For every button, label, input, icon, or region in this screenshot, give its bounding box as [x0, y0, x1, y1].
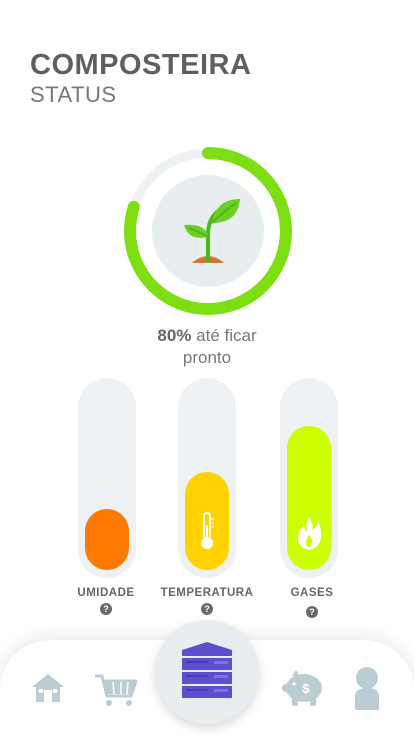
svg-text:$: $	[302, 681, 310, 696]
progress-text: 80% até ficar pronto	[0, 325, 414, 369]
help-temperatura-icon[interactable]: ?	[201, 603, 213, 615]
compost-bin-button[interactable]	[155, 620, 259, 724]
gauge-umidade	[78, 378, 136, 578]
help-gases-icon[interactable]: ?	[306, 606, 318, 618]
progress-text-line2: pronto	[182, 348, 232, 367]
gauge-umidade-fill	[85, 509, 129, 570]
gauge-temperatura-label: TEMPERATURA	[160, 587, 254, 599]
progress-text-line1: até ficar	[196, 326, 257, 345]
thermometer-icon	[198, 511, 216, 556]
gauge-gases-label: GASES	[290, 587, 334, 599]
flame-icon	[296, 515, 322, 556]
gauge-gases-fill	[287, 426, 331, 570]
gauge-temperatura-fill	[185, 472, 229, 570]
page-header: COMPOSTEIRA STATUS	[30, 48, 251, 108]
progress-ring	[123, 146, 293, 316]
profile-icon[interactable]	[352, 666, 382, 715]
gauge-gases	[280, 378, 338, 578]
help-umidade-icon[interactable]: ?	[100, 603, 112, 615]
plant-icon	[152, 175, 264, 287]
gauge-temperatura	[178, 378, 236, 578]
home-icon[interactable]	[30, 672, 66, 709]
piggy-bank-icon[interactable]: $	[282, 668, 326, 713]
gauge-umidade-label: UMIDADE	[77, 587, 135, 599]
page-title: COMPOSTEIRA	[30, 49, 252, 81]
page-subtitle: STATUS	[30, 82, 117, 107]
compost-bin-icon	[180, 642, 234, 707]
progress-percent: 80%	[157, 326, 192, 345]
cart-icon[interactable]	[93, 672, 139, 713]
